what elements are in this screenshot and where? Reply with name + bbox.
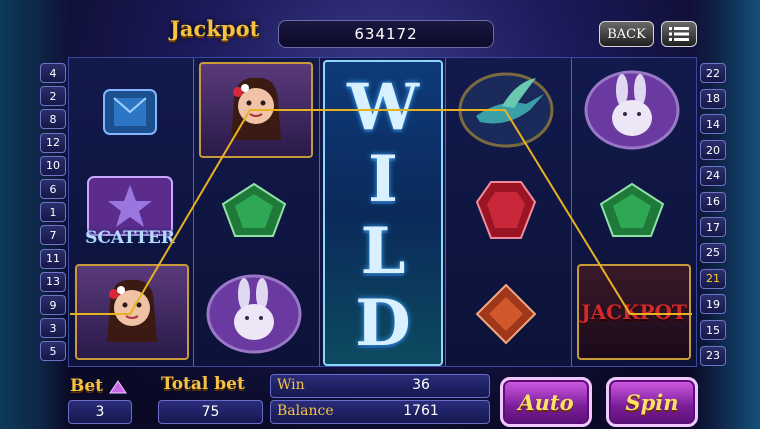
bet-label: Bet <box>70 376 127 396</box>
balance-value: 1761 <box>403 403 439 419</box>
auto-button[interactable]: Auto <box>500 377 592 427</box>
win-row: Win 36 <box>270 374 490 398</box>
triangle-up-icon[interactable] <box>109 379 127 394</box>
spin-button[interactable]: Spin <box>606 377 698 427</box>
balance-label: Balance <box>277 403 334 419</box>
bet-label-text: Bet <box>70 376 104 396</box>
slot-game-screen: Jackpot 634172 BACK 4 2 8 12 10 6 1 7 11 13 9 3 5 22… <box>0 0 760 429</box>
winning-payline <box>70 109 692 315</box>
win-label: Win <box>277 377 305 393</box>
total-bet-value: 75 <box>158 400 263 424</box>
total-bet-label: Total bet <box>161 374 245 394</box>
win-value: 36 <box>412 377 430 393</box>
bet-value: 3 <box>68 400 132 424</box>
balance-row: Balance 1761 <box>270 400 490 424</box>
